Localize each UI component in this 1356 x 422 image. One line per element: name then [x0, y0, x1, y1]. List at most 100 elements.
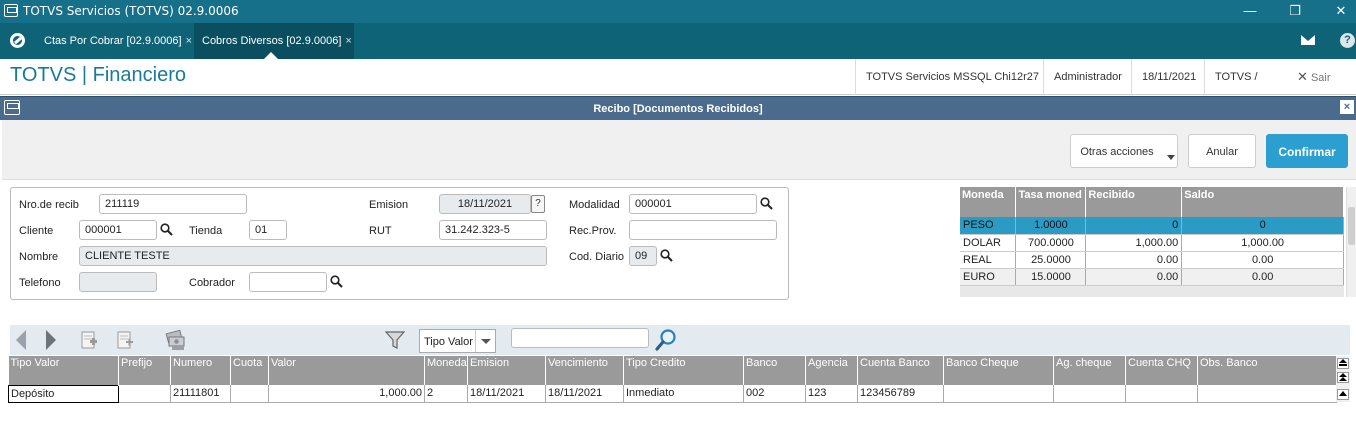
column-header[interactable]: Banco Cheque — [943, 356, 1054, 385]
cobrador-search-icon[interactable] — [330, 275, 343, 288]
table-cell: 0 — [1085, 217, 1183, 235]
column-header[interactable]: Tipo Valor — [8, 356, 119, 385]
tab-ctas-por-cobrar[interactable]: Ctas Por Cobrar [02.9.0006] × — [36, 23, 194, 59]
restore-button[interactable]: ❐ — [1272, 0, 1318, 23]
emision-field[interactable]: 18/11/2021 — [439, 194, 531, 214]
table-cell: 0 — [1181, 217, 1344, 235]
table-cell: PESO — [960, 217, 1017, 235]
cliente-search-icon[interactable] — [160, 223, 173, 236]
scroll-up-button[interactable] — [1337, 389, 1349, 400]
column-header[interactable]: Cuota — [230, 356, 269, 385]
mail-icon[interactable] — [1301, 35, 1315, 45]
table-cell[interactable] — [230, 385, 269, 403]
search-icon[interactable] — [654, 328, 678, 352]
column-header[interactable]: Valor — [268, 356, 425, 385]
previous-arrow-icon[interactable] — [14, 329, 28, 351]
scroll-top-button[interactable] — [1337, 358, 1349, 369]
table-row[interactable]: PESO 1.0000 0 0 — [960, 217, 1344, 235]
cod-diario-field[interactable]: 09 — [629, 246, 657, 266]
grid-search-input[interactable] — [511, 328, 649, 348]
filter-field-select[interactable]: Tipo Valor — [419, 329, 496, 353]
cancel-button[interactable]: Anular — [1188, 134, 1256, 168]
table-cell[interactable] — [1125, 385, 1198, 403]
cod-diario-search-icon[interactable] — [660, 249, 673, 262]
double-up-arrow-icon — [1339, 373, 1347, 381]
date-help-button[interactable]: ? — [531, 195, 545, 213]
table-row[interactable]: DOLAR 700.0000 1,000.00 1,000.00 — [960, 234, 1344, 252]
table-cell[interactable]: 123456789 — [857, 385, 944, 403]
table-row[interactable]: REAL 25.0000 0.00 0.00 — [960, 251, 1344, 269]
table-cell[interactable]: 123 — [805, 385, 858, 403]
table-cell[interactable]: 18/11/2021 — [467, 385, 546, 403]
rec-prov-field[interactable] — [629, 220, 777, 240]
column-header[interactable]: Cuenta Banco — [857, 356, 944, 385]
other-actions-label: Otras acciones — [1080, 146, 1154, 158]
grid-scrollbar[interactable] — [1336, 356, 1350, 402]
currency-scrollbar[interactable] — [1346, 187, 1356, 297]
page-title: TOTVS | Financiero — [10, 64, 186, 86]
dialog-close-button[interactable]: × — [1340, 100, 1354, 114]
column-header[interactable]: Vencimiento — [545, 356, 624, 385]
scroll-page-up-button[interactable] — [1337, 372, 1349, 383]
column-header[interactable]: Prefijo — [118, 356, 171, 385]
table-cell[interactable]: 21111801 — [170, 385, 231, 403]
tab-label: Cobros Diversos [02.9.0006] — [202, 35, 342, 47]
column-header[interactable]: Emision — [467, 356, 546, 385]
column-header[interactable]: Cuenta CHQ — [1125, 356, 1198, 385]
environment-label: TOTVS Servicios MSSQL Chi12r27 — [855, 59, 1049, 95]
document-edit-icon[interactable] — [80, 330, 98, 350]
scrollbar-thumb[interactable] — [1348, 207, 1355, 245]
tab-cobros-diversos[interactable]: Cobros Diversos [02.9.0006] × — [194, 23, 354, 59]
table-row[interactable]: EURO 15.0000 0.00 0.00 — [960, 268, 1344, 286]
cliente-field[interactable]: 000001 — [79, 220, 157, 240]
column-header[interactable]: Moneda — [424, 356, 468, 385]
filter-funnel-icon[interactable] — [385, 330, 405, 350]
column-header[interactable]: Obs. Banco — [1197, 356, 1337, 385]
next-arrow-icon[interactable] — [44, 329, 58, 351]
currency-header-row: Moneda Tasa moned Recibido Saldo — [960, 187, 1344, 217]
table-cell[interactable] — [943, 385, 1054, 403]
chevron-down-icon[interactable] — [475, 330, 495, 352]
cobrador-field[interactable] — [249, 272, 327, 292]
money-stack-icon[interactable] — [164, 328, 188, 352]
close-tab-icon[interactable]: × — [186, 35, 192, 47]
nombre-field[interactable]: CLIENTE TESTE — [79, 246, 547, 266]
nro-recib-field[interactable]: 211119 — [99, 194, 247, 214]
column-header[interactable]: Moneda — [960, 187, 1017, 217]
table-cell: 1,000.00 — [1181, 234, 1344, 252]
column-header[interactable]: Numero — [170, 356, 231, 385]
column-header[interactable]: Tipo Credito — [623, 356, 744, 385]
other-actions-button[interactable]: Otras acciones — [1070, 134, 1178, 168]
table-cell[interactable]: 2 — [424, 385, 468, 403]
cod-diario-label: Cod. Diario — [569, 251, 625, 263]
modalidad-search-icon[interactable] — [760, 197, 773, 210]
table-cell[interactable]: 1,000.00 — [268, 385, 425, 403]
column-header[interactable]: Recibido — [1085, 187, 1183, 217]
rut-field[interactable]: 31.242.323-5 — [439, 220, 547, 240]
column-header[interactable]: Ag. cheque — [1053, 356, 1126, 385]
column-header[interactable]: Tasa moned — [1015, 187, 1087, 217]
column-header[interactable]: Banco — [743, 356, 806, 385]
document-add-icon[interactable] — [116, 330, 134, 350]
tienda-field[interactable]: 01 — [249, 220, 287, 240]
column-header[interactable]: Agencia — [805, 356, 858, 385]
table-row[interactable]: Depósito 21111801 1,000.00 2 18/11/2021 … — [8, 384, 1337, 403]
table-cell[interactable] — [118, 385, 171, 403]
column-header[interactable]: Saldo — [1181, 187, 1344, 217]
telefono-field[interactable] — [79, 272, 157, 292]
table-cell[interactable]: Inmediato — [623, 385, 744, 403]
confirm-button[interactable]: Confirmar — [1266, 134, 1348, 168]
totvs-logo-icon[interactable] — [10, 33, 25, 48]
close-window-button[interactable]: ✕ — [1318, 0, 1356, 23]
modalidad-field[interactable]: 000001 — [629, 194, 757, 214]
minimize-button[interactable]: — — [1227, 0, 1273, 23]
table-cell[interactable]: Depósito — [8, 384, 119, 403]
table-cell[interactable] — [1197, 385, 1337, 403]
help-icon[interactable]: ? — [1340, 33, 1355, 48]
table-cell: 1,000.00 — [1085, 234, 1183, 252]
table-cell[interactable]: 002 — [743, 385, 806, 403]
close-tab-icon[interactable]: × — [345, 35, 351, 47]
table-cell[interactable]: 18/11/2021 — [545, 385, 624, 403]
table-cell[interactable] — [1053, 385, 1126, 403]
exit-button[interactable]: ✕ Sair — [1297, 59, 1331, 95]
